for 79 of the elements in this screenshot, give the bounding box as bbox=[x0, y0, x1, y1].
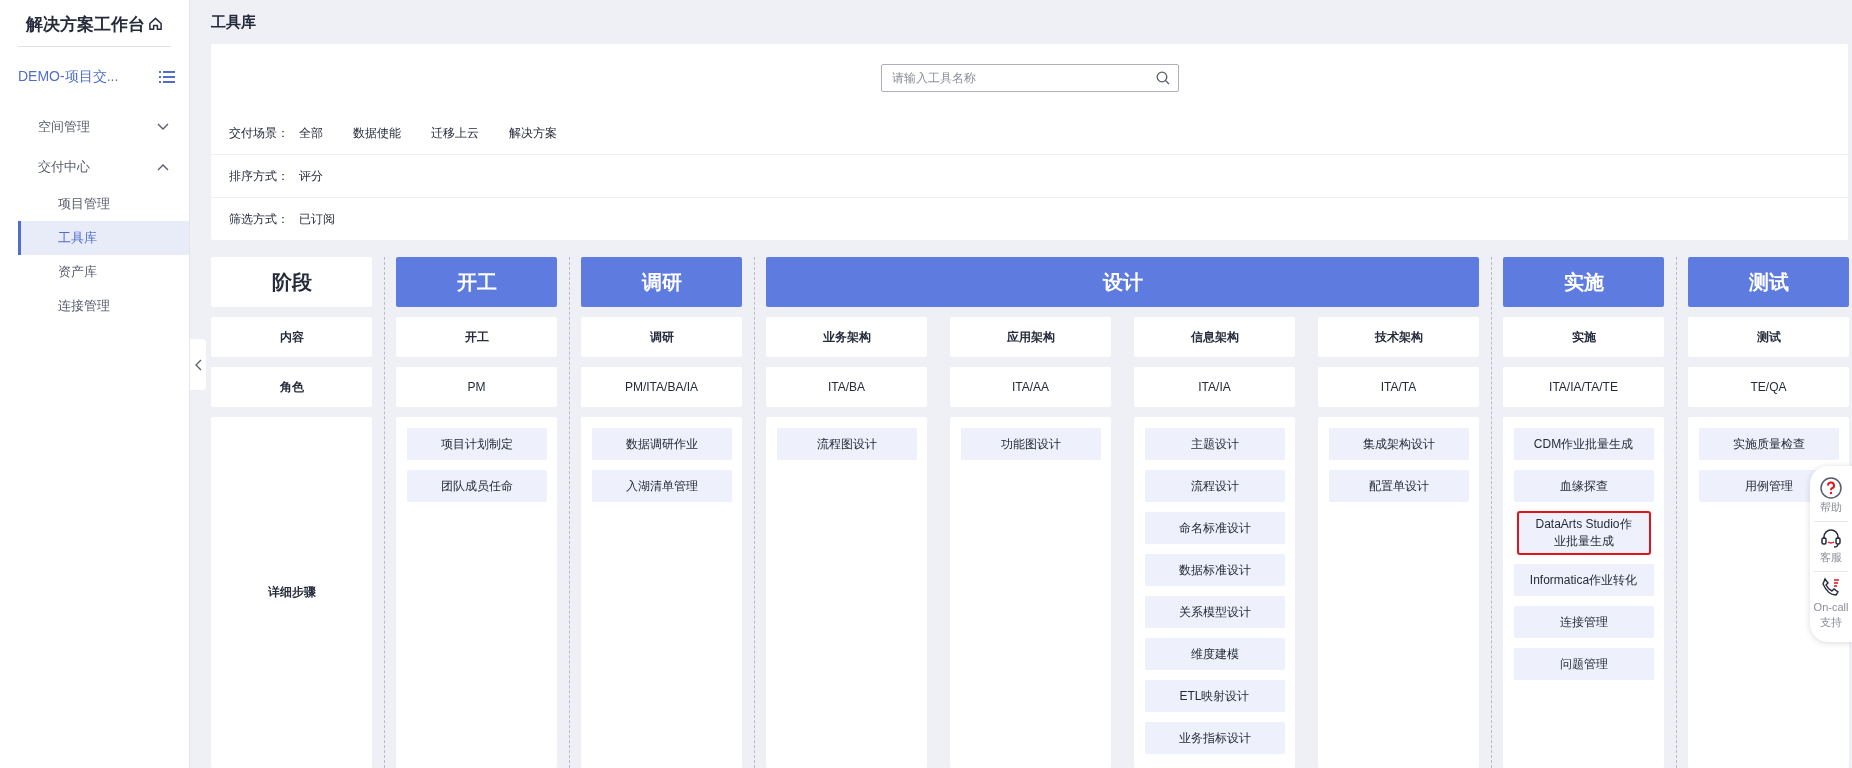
nav-group[interactable]: 空间管理 bbox=[38, 118, 90, 136]
table-cell: ITA/AA bbox=[950, 367, 1111, 407]
chevron-down-icon[interactable] bbox=[157, 123, 169, 131]
tool-button[interactable]: 主题设计 bbox=[1144, 428, 1285, 460]
chevron-up-icon[interactable] bbox=[157, 163, 169, 171]
headset-icon bbox=[1819, 526, 1843, 550]
filter-option[interactable]: 全部 bbox=[299, 124, 323, 142]
tool-button[interactable]: 入湖清单管理 bbox=[591, 470, 732, 502]
tool-button[interactable]: 血缘探查 bbox=[1513, 470, 1654, 502]
row-header: 详细步骤 bbox=[211, 417, 372, 768]
nav-group[interactable]: 交付中心 bbox=[38, 158, 90, 176]
stage-header: 实施 bbox=[1503, 257, 1664, 307]
tool-button[interactable]: 命名标准设计 bbox=[1144, 512, 1285, 544]
filter-label: 交付场景： bbox=[229, 124, 290, 142]
tool-button[interactable]: DataArts Studio作业批量生成 bbox=[1517, 512, 1650, 554]
row-header: 阶段 bbox=[211, 257, 372, 307]
tool-button[interactable]: CDM作业批量生成 bbox=[1513, 428, 1654, 460]
help-panel-item[interactable]: 帮助 bbox=[1814, 472, 1848, 522]
help-icon bbox=[1819, 476, 1843, 500]
table-cell: PM bbox=[396, 367, 557, 407]
table-cell: ITA/BA bbox=[766, 367, 927, 407]
row-header: 角色 bbox=[211, 367, 372, 407]
filter-option[interactable]: 已订阅 bbox=[299, 210, 335, 228]
table-cell: 信息架构 bbox=[1134, 317, 1295, 357]
tool-button[interactable]: 连接管理 bbox=[1513, 606, 1654, 638]
table-cell: ITA/IA bbox=[1134, 367, 1295, 407]
tool-button[interactable]: Informatica作业转化 bbox=[1513, 564, 1654, 596]
tool-button[interactable]: 集成架构设计 bbox=[1328, 428, 1469, 460]
table-cell: TE/QA bbox=[1688, 367, 1849, 407]
filter-option[interactable]: 数据使能 bbox=[353, 124, 401, 142]
search-icon[interactable] bbox=[1155, 71, 1170, 85]
row-header: 内容 bbox=[211, 317, 372, 357]
tool-button[interactable]: 数据调研作业 bbox=[591, 428, 732, 460]
filter-option[interactable]: 迁移上云 bbox=[431, 124, 479, 142]
nav-item[interactable]: 项目管理 bbox=[18, 187, 189, 221]
tool-button[interactable]: 项目计划制定 bbox=[406, 428, 547, 460]
nav-item[interactable]: 连接管理 bbox=[18, 289, 189, 323]
nav-item[interactable]: 工具库 bbox=[18, 221, 189, 255]
tool-button[interactable]: 团队成员任命 bbox=[406, 470, 547, 502]
table-cell: ITA/TA bbox=[1318, 367, 1479, 407]
help-panel-item[interactable]: 客服 bbox=[1814, 522, 1848, 572]
chevron-left-icon[interactable] bbox=[194, 358, 202, 371]
stage-header: 调研 bbox=[581, 257, 742, 307]
nav-item[interactable]: 资产库 bbox=[18, 255, 189, 289]
stage-header: 测试 bbox=[1688, 257, 1849, 307]
tool-button[interactable]: 配置单设计 bbox=[1328, 470, 1469, 502]
table-cell: ITA/IA/TA/TE bbox=[1503, 367, 1664, 407]
tool-button[interactable]: 问题管理 bbox=[1513, 648, 1654, 680]
table-cell: PM/ITA/BA/IA bbox=[581, 367, 742, 407]
stage-header: 设计 bbox=[766, 257, 1479, 307]
table-cell: 应用架构 bbox=[950, 317, 1111, 357]
tool-button[interactable]: 维度建模 bbox=[1144, 638, 1285, 670]
home-icon[interactable] bbox=[148, 15, 163, 31]
page-title: 工具库 bbox=[211, 12, 256, 32]
tool-button[interactable]: 功能图设计 bbox=[960, 428, 1101, 460]
help-panel-item[interactable]: On-call 支持 bbox=[1814, 572, 1848, 636]
project-name[interactable]: DEMO-项目交... bbox=[18, 68, 119, 86]
tool-button[interactable]: 流程设计 bbox=[1144, 470, 1285, 502]
tool-button[interactable]: 业务指标设计 bbox=[1144, 722, 1285, 754]
table-cell: 调研 bbox=[581, 317, 742, 357]
collapse-handle[interactable] bbox=[190, 339, 206, 390]
list-icon[interactable] bbox=[159, 70, 175, 84]
filter-option[interactable]: 评分 bbox=[299, 167, 323, 185]
app-title: 解决方案工作台 bbox=[26, 13, 145, 36]
search-field[interactable]: 请输入工具名称 bbox=[880, 64, 1179, 92]
filter-label: 筛选方式： bbox=[229, 210, 290, 228]
tool-button[interactable]: 实施质量检查 bbox=[1698, 428, 1839, 460]
table-cell: 业务架构 bbox=[766, 317, 927, 357]
tool-button[interactable]: 关系模型设计 bbox=[1144, 596, 1285, 628]
table-cell: 测试 bbox=[1688, 317, 1849, 357]
filter-option[interactable]: 解决方案 bbox=[509, 124, 557, 142]
tool-button[interactable]: 数据标准设计 bbox=[1144, 554, 1285, 586]
table-cell: 实施 bbox=[1503, 317, 1664, 357]
table-cell: 开工 bbox=[396, 317, 557, 357]
tool-button[interactable]: ETL映射设计 bbox=[1144, 680, 1285, 712]
tool-button[interactable]: 流程图设计 bbox=[776, 428, 917, 460]
table-cell: 技术架构 bbox=[1318, 317, 1479, 357]
filter-label: 排序方式： bbox=[229, 167, 290, 185]
stage-header: 开工 bbox=[396, 257, 557, 307]
